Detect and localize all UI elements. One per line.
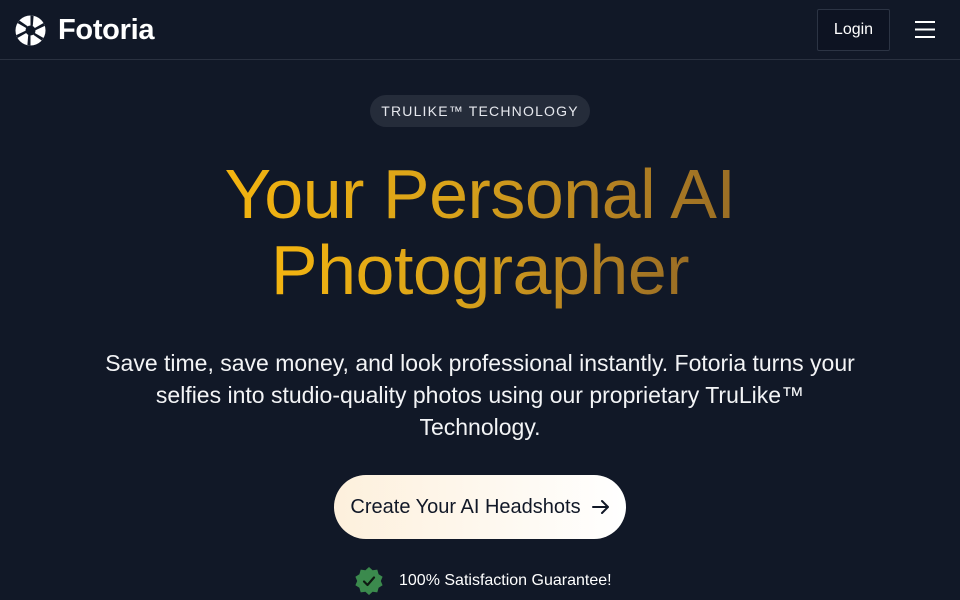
brand-logo[interactable]: Fotoria [15,13,154,47]
check-badge-icon [355,567,383,595]
brand-name: Fotoria [58,13,155,46]
cta-label: Create Your AI Headshots [350,495,581,518]
create-headshots-button[interactable]: Create Your AI Headshots [334,475,626,539]
aperture-icon [15,14,46,46]
guarantee-text: 100% Satisfaction Guarantee! [399,572,612,589]
headline-line-1: Your Personal AI [224,155,736,233]
login-button[interactable]: Login [817,9,890,51]
headline-line-2: Photographer [270,231,690,309]
menu-button[interactable] [909,11,941,47]
hamburger-menu-icon [915,20,935,38]
technology-badge: TRULIKE™ TECHNOLOGY [370,95,590,127]
satisfaction-guarantee: 100% Satisfaction Guarantee! [354,566,612,596]
description-line-3: Technology. [419,414,541,440]
top-navigation-bar: Fotoria Login [0,0,960,60]
description-line-1: Save time, save money, and look professi… [105,350,855,376]
description-line-2: selfies into studio-quality photos using… [155,382,805,408]
hero-description: Save time, save money, and look professi… [80,347,880,443]
arrow-right-icon [591,500,609,514]
hero-headline: Your Personal AI Photographer [0,156,960,308]
